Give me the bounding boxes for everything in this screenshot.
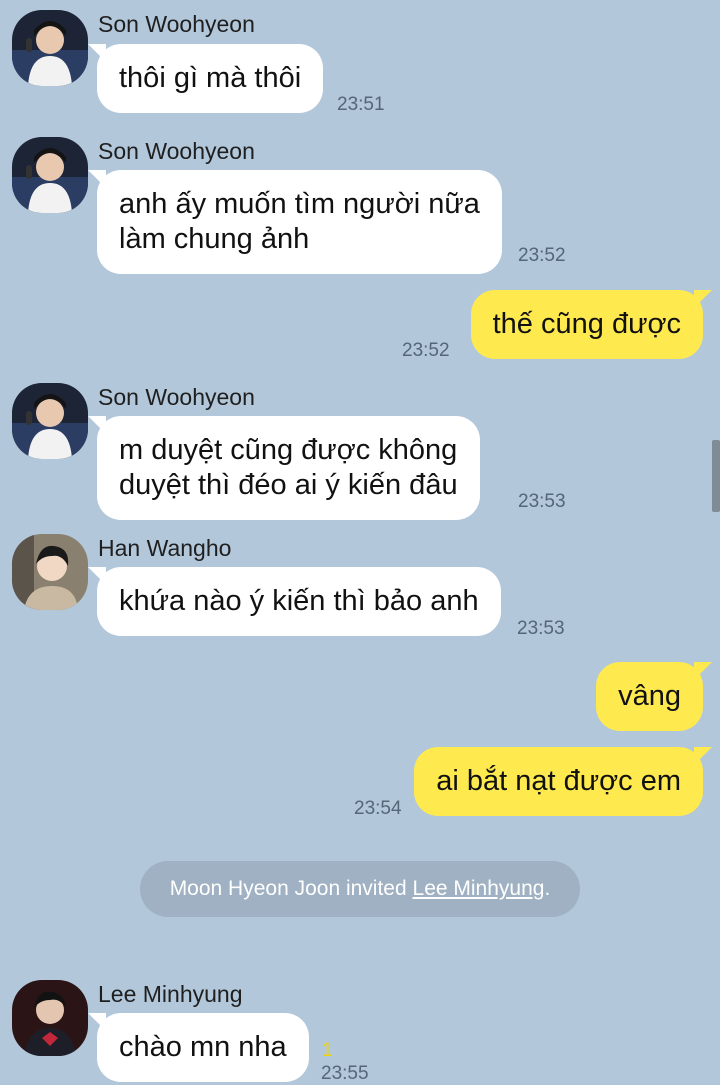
avatar[interactable]: [12, 383, 88, 459]
message-bubble[interactable]: thôi gì mà thôi: [87, 44, 324, 113]
message-bubble[interactable]: anh ấy muốn tìm người nữa làm chung ảnh: [88, 170, 502, 274]
message-text: duyệt thì đéo ai ý kiến đâu: [119, 469, 458, 501]
message-time: 23:53: [517, 618, 565, 639]
message-text: chào mn nha: [119, 1031, 287, 1063]
message-bubble[interactable]: thế cũng được: [470, 290, 713, 359]
message-time: 23:52: [402, 340, 450, 361]
avatar[interactable]: [12, 980, 88, 1056]
scrollbar[interactable]: [712, 440, 720, 512]
message-text: khứa nào ý kiến thì bảo anh: [119, 585, 479, 617]
message-text: anh ấy muốn tìm người nữa: [119, 188, 480, 220]
message-bubble[interactable]: khứa nào ý kiến thì bảo anh: [88, 567, 501, 636]
invitee-link[interactable]: Lee Minhyung: [413, 877, 545, 901]
avatar[interactable]: [12, 137, 88, 213]
message-time: 23:54: [354, 798, 402, 819]
message-text: vâng: [618, 680, 681, 712]
sender-name: Son Woohyeon: [98, 11, 255, 37]
message-bubble[interactable]: ai bắt nạt được em: [414, 747, 712, 816]
message-text: làm chung ảnh: [119, 223, 310, 255]
message-bubble[interactable]: vâng: [596, 662, 712, 731]
notice-suffix: .: [544, 877, 551, 900]
system-notice: Moon Hyeon Joon invited Lee Minhyung .: [140, 861, 580, 917]
notice-text: Moon Hyeon Joon invited: [169, 877, 407, 900]
message-text: m duyệt cũng được không: [119, 434, 458, 466]
unread-count: 1: [322, 1040, 333, 1061]
sender-name: Han Wangho: [98, 535, 232, 561]
sender-name: Son Woohyeon: [98, 138, 255, 164]
message-bubble[interactable]: m duyệt cũng được không duyệt thì đéo ai…: [88, 416, 480, 520]
message-time: 23:52: [518, 245, 566, 266]
message-bubble[interactable]: chào mn nha: [88, 1013, 309, 1082]
avatar[interactable]: [12, 10, 88, 86]
sender-name: Son Woohyeon: [98, 384, 255, 410]
message-text: ai bắt nạt được em: [436, 765, 681, 797]
message-text: thế cũng được: [492, 308, 681, 340]
message-text: thôi gì mà thôi: [119, 62, 302, 94]
sender-name: Lee Minhyung: [98, 981, 243, 1007]
message-time: 23:53: [518, 491, 566, 512]
avatar[interactable]: [12, 534, 88, 610]
message-time: 23:51: [337, 94, 385, 115]
